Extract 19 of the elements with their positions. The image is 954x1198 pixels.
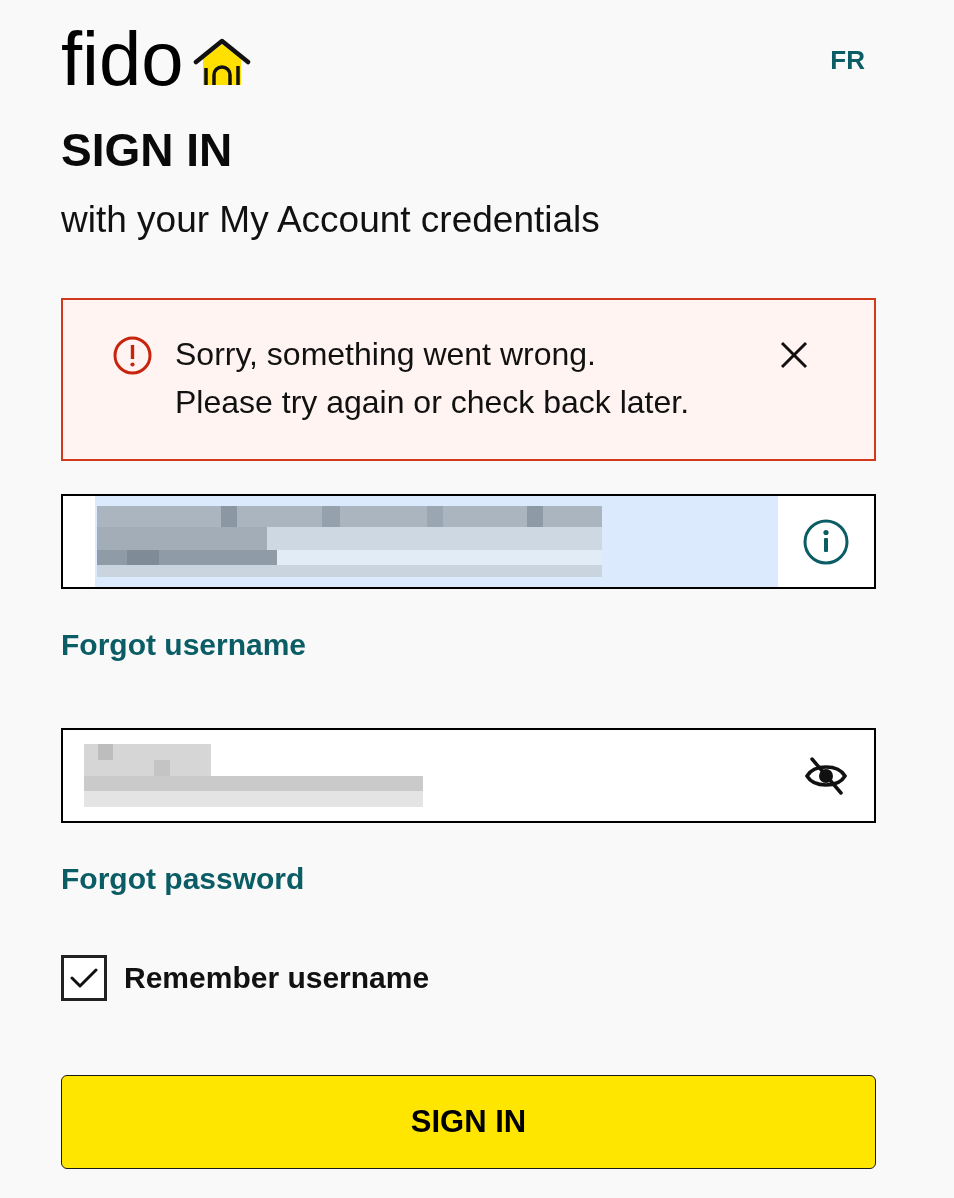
- username-field[interactable]: [61, 494, 876, 589]
- checkmark-icon: [70, 967, 98, 989]
- alert-message: Sorry, something went wrong.: [175, 335, 597, 374]
- sign-in-button[interactable]: SIGN IN: [61, 1075, 876, 1169]
- forgot-username-link[interactable]: Forgot username: [61, 630, 307, 660]
- password-field[interactable]: [61, 728, 876, 823]
- exclamation-icon: [113, 336, 152, 375]
- page-title: SIGN IN: [61, 127, 234, 173]
- checkbox-label[interactable]: Remember username: [124, 963, 430, 993]
- page-subtitle: with your My Account credentials: [61, 201, 601, 238]
- forgot-password-link[interactable]: Forgot password: [61, 864, 305, 894]
- checkbox[interactable]: [61, 955, 107, 1001]
- close-icon[interactable]: [780, 341, 808, 369]
- eye-slash-icon[interactable]: [804, 756, 848, 795]
- house-icon: [192, 37, 251, 85]
- info-icon[interactable]: [803, 518, 849, 565]
- language-link[interactable]: FR: [830, 47, 865, 73]
- alert-message: Please try again or check back later.: [175, 383, 691, 422]
- logo-text: fido: [61, 21, 184, 97]
